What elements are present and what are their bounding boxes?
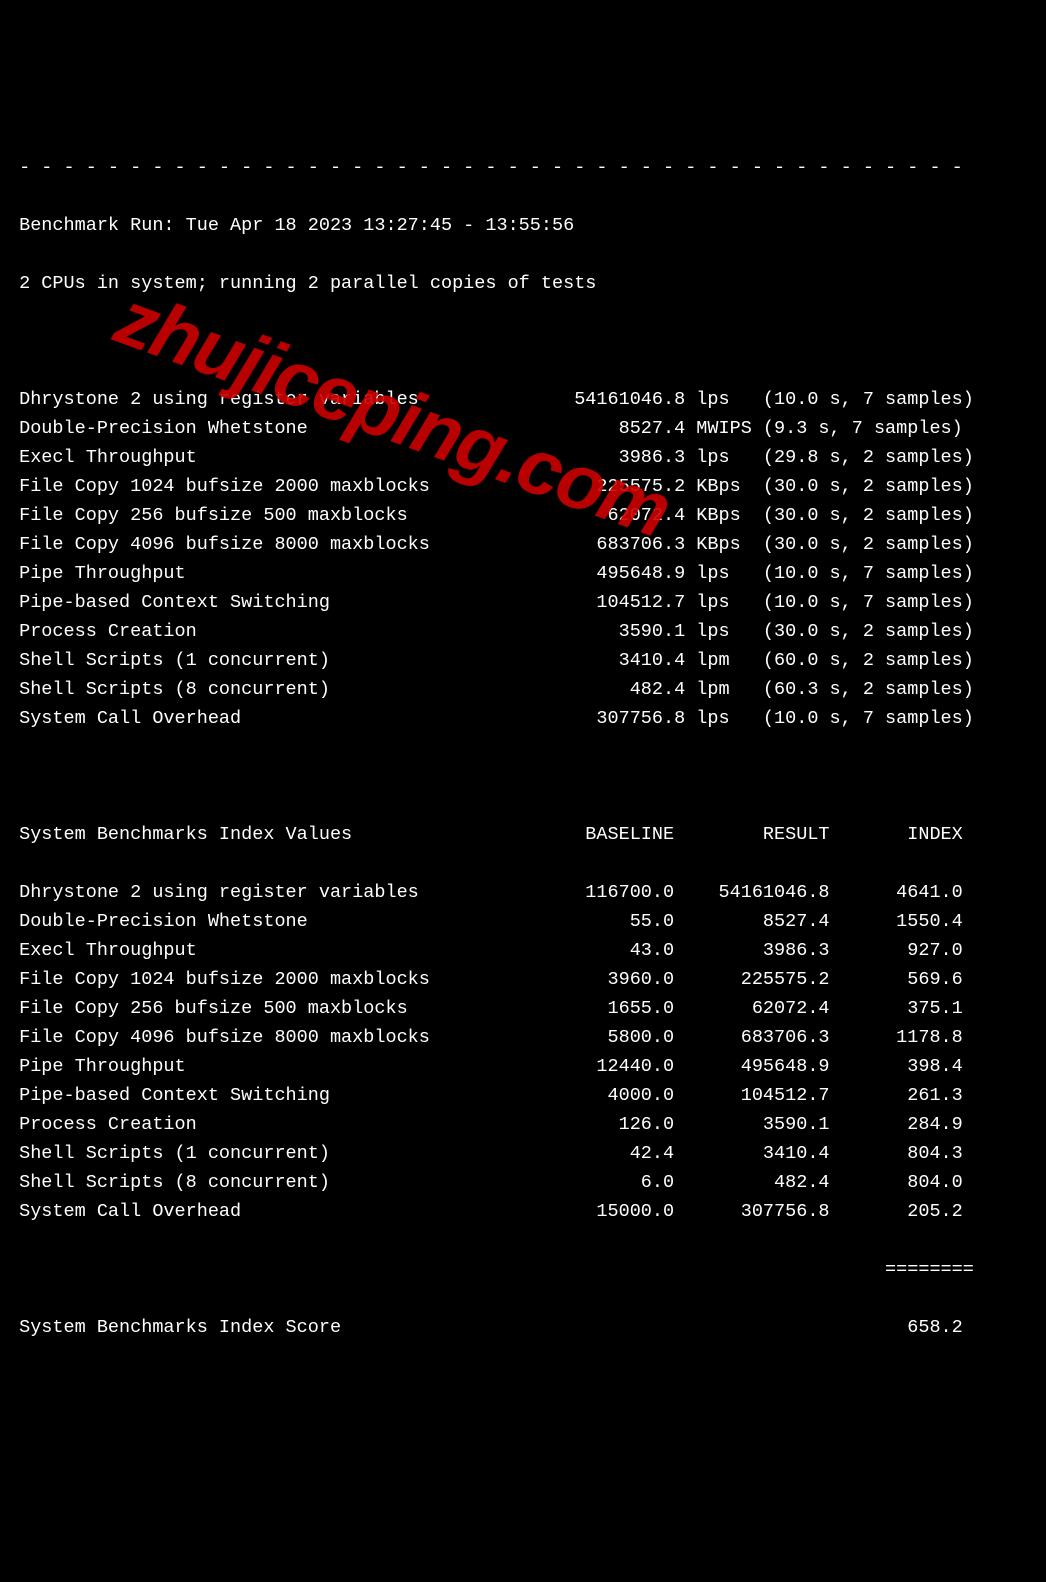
blank-line xyxy=(8,762,1038,791)
benchmark-test-row: Pipe-based Context Switching 104512.7 lp… xyxy=(8,588,1038,617)
benchmark-test-row: Execl Throughput 3986.3 lps (29.8 s, 2 s… xyxy=(8,443,1038,472)
blank-line xyxy=(8,327,1038,356)
index-row: Pipe-based Context Switching 4000.0 1045… xyxy=(8,1081,1038,1110)
index-row: Shell Scripts (8 concurrent) 6.0 482.4 8… xyxy=(8,1168,1038,1197)
index-row: Double-Precision Whetstone 55.0 8527.4 1… xyxy=(8,907,1038,936)
benchmark-test-row: Shell Scripts (8 concurrent) 482.4 lpm (… xyxy=(8,675,1038,704)
benchmark-test-row: System Call Overhead 307756.8 lps (10.0 … xyxy=(8,704,1038,733)
index-row: Process Creation 126.0 3590.1 284.9 xyxy=(8,1110,1038,1139)
benchmark-test-row: Double-Precision Whetstone 8527.4 MWIPS … xyxy=(8,414,1038,443)
terminal-output: - - - - - - - - - - - - - - - - - - - - … xyxy=(8,124,1038,1371)
benchmark-test-row: File Copy 256 bufsize 500 maxblocks 6207… xyxy=(8,501,1038,530)
index-row: Dhrystone 2 using register variables 116… xyxy=(8,878,1038,907)
index-row: Shell Scripts (1 concurrent) 42.4 3410.4… xyxy=(8,1139,1038,1168)
benchmark-test-row: File Copy 1024 bufsize 2000 maxblocks 22… xyxy=(8,472,1038,501)
benchmark-test-row: Pipe Throughput 495648.9 lps (10.0 s, 7 … xyxy=(8,559,1038,588)
benchmark-test-row: Dhrystone 2 using register variables 541… xyxy=(8,385,1038,414)
benchmark-test-row: Shell Scripts (1 concurrent) 3410.4 lpm … xyxy=(8,646,1038,675)
benchmark-run-info: Benchmark Run: Tue Apr 18 2023 13:27:45 … xyxy=(8,211,1038,240)
benchmark-test-row: Process Creation 3590.1 lps (30.0 s, 2 s… xyxy=(8,617,1038,646)
index-score-row: System Benchmarks Index Score 658.2 xyxy=(8,1313,1038,1342)
index-divider: ======== xyxy=(8,1255,1038,1284)
index-row: File Copy 1024 bufsize 2000 maxblocks 39… xyxy=(8,965,1038,994)
cpu-info: 2 CPUs in system; running 2 parallel cop… xyxy=(8,269,1038,298)
index-row: File Copy 4096 bufsize 8000 maxblocks 58… xyxy=(8,1023,1038,1052)
benchmark-test-row: File Copy 4096 bufsize 8000 maxblocks 68… xyxy=(8,530,1038,559)
index-row: File Copy 256 bufsize 500 maxblocks 1655… xyxy=(8,994,1038,1023)
index-row: Execl Throughput 43.0 3986.3 927.0 xyxy=(8,936,1038,965)
index-header-row: System Benchmarks Index Values BASELINE … xyxy=(8,820,1038,849)
separator-line: - - - - - - - - - - - - - - - - - - - - … xyxy=(8,153,1038,182)
index-row: Pipe Throughput 12440.0 495648.9 398.4 xyxy=(8,1052,1038,1081)
index-row: System Call Overhead 15000.0 307756.8 20… xyxy=(8,1197,1038,1226)
